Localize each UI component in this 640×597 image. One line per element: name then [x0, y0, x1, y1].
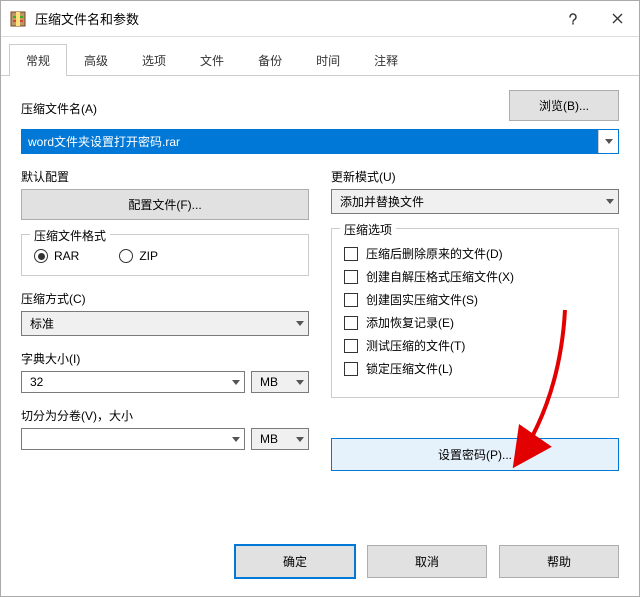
method-select[interactable]: 标准 — [21, 311, 309, 336]
check-delete-after[interactable]: 压缩后删除原来的文件(D) — [344, 245, 606, 262]
filename-dropdown-icon[interactable] — [598, 130, 618, 153]
filename-value[interactable]: word文件夹设置打开密码.rar — [22, 130, 598, 153]
tab-advanced[interactable]: 高级 — [67, 44, 125, 76]
check-lock[interactable]: 锁定压缩文件(L) — [344, 360, 606, 377]
check-recovery[interactable]: 添加恢复记录(E) — [344, 314, 606, 331]
help-button[interactable] — [551, 1, 595, 37]
chevron-down-icon — [606, 199, 614, 204]
split-size-select[interactable] — [21, 428, 245, 450]
chevron-down-icon — [296, 380, 304, 385]
radio-rar-label: RAR — [54, 249, 79, 263]
tab-options[interactable]: 选项 — [125, 44, 183, 76]
check-label: 添加恢复记录(E) — [366, 314, 454, 331]
split-label: 切分为分卷(V)，大小 — [21, 407, 309, 424]
check-label: 创建固实压缩文件(S) — [366, 291, 478, 308]
dict-unit-select[interactable]: MB — [251, 371, 309, 393]
tab-general[interactable]: 常规 — [9, 44, 67, 76]
check-solid[interactable]: 创建固实压缩文件(S) — [344, 291, 606, 308]
titlebar: 压缩文件名和参数 — [1, 1, 639, 37]
close-button[interactable] — [595, 1, 639, 37]
check-test[interactable]: 测试压缩的文件(T) — [344, 337, 606, 354]
radio-rar[interactable]: RAR — [34, 249, 79, 263]
filename-label: 压缩文件名(A) — [21, 100, 497, 117]
help-button-footer[interactable]: 帮助 — [499, 545, 619, 578]
update-label: 更新模式(U) — [331, 168, 619, 185]
app-icon — [9, 10, 27, 28]
chevron-down-icon — [296, 321, 304, 326]
checkbox-icon — [344, 339, 358, 353]
profile-label: 默认配置 — [21, 168, 309, 185]
dict-value: 32 — [30, 375, 43, 389]
checkbox-icon — [344, 362, 358, 376]
chevron-down-icon — [232, 380, 240, 385]
chevron-down-icon — [296, 437, 304, 442]
check-label: 锁定压缩文件(L) — [366, 360, 453, 377]
radio-zip[interactable]: ZIP — [119, 249, 158, 263]
method-value: 标准 — [30, 315, 54, 332]
radio-icon — [34, 249, 48, 263]
method-label: 压缩方式(C) — [21, 290, 309, 307]
tab-comment[interactable]: 注释 — [357, 44, 415, 76]
format-group: 压缩文件格式 RAR ZIP — [21, 234, 309, 276]
update-mode-select[interactable]: 添加并替换文件 — [331, 189, 619, 214]
checkbox-icon — [344, 270, 358, 284]
set-password-button[interactable]: 设置密码(P)... — [331, 438, 619, 471]
update-value: 添加并替换文件 — [340, 193, 424, 210]
browse-button[interactable]: 浏览(B)... — [509, 90, 619, 121]
radio-icon — [119, 249, 133, 263]
content-area: 压缩文件名(A) 浏览(B)... word文件夹设置打开密码.rar 默认配置… — [1, 76, 639, 531]
chevron-down-icon — [232, 437, 240, 442]
dict-unit: MB — [260, 375, 278, 389]
format-legend: 压缩文件格式 — [30, 227, 110, 244]
check-label: 创建自解压格式压缩文件(X) — [366, 268, 514, 285]
profile-button[interactable]: 配置文件(F)... — [21, 189, 309, 220]
ok-button[interactable]: 确定 — [235, 545, 355, 578]
split-unit-select[interactable]: MB — [251, 428, 309, 450]
options-group: 压缩选项 压缩后删除原来的文件(D) 创建自解压格式压缩文件(X) 创建固实压缩… — [331, 228, 619, 398]
dict-label: 字典大小(I) — [21, 350, 309, 367]
checkbox-icon — [344, 247, 358, 261]
radio-zip-label: ZIP — [139, 249, 158, 263]
checkbox-icon — [344, 316, 358, 330]
check-label: 测试压缩的文件(T) — [366, 337, 465, 354]
check-label: 压缩后删除原来的文件(D) — [366, 245, 503, 262]
options-legend: 压缩选项 — [340, 221, 396, 238]
tabs: 常规 高级 选项 文件 备份 时间 注释 — [1, 37, 639, 76]
check-sfx[interactable]: 创建自解压格式压缩文件(X) — [344, 268, 606, 285]
filename-input[interactable]: word文件夹设置打开密码.rar — [21, 129, 619, 154]
split-unit: MB — [260, 432, 278, 446]
dict-size-select[interactable]: 32 — [21, 371, 245, 393]
checkbox-icon — [344, 293, 358, 307]
tab-time[interactable]: 时间 — [299, 44, 357, 76]
dialog-window: 压缩文件名和参数 常规 高级 选项 文件 备份 时间 注释 压缩文件名(A) 浏… — [0, 0, 640, 597]
tab-files[interactable]: 文件 — [183, 44, 241, 76]
tab-backup[interactable]: 备份 — [241, 44, 299, 76]
footer: 确定 取消 帮助 — [1, 531, 639, 596]
window-title: 压缩文件名和参数 — [35, 9, 551, 28]
cancel-button[interactable]: 取消 — [367, 545, 487, 578]
